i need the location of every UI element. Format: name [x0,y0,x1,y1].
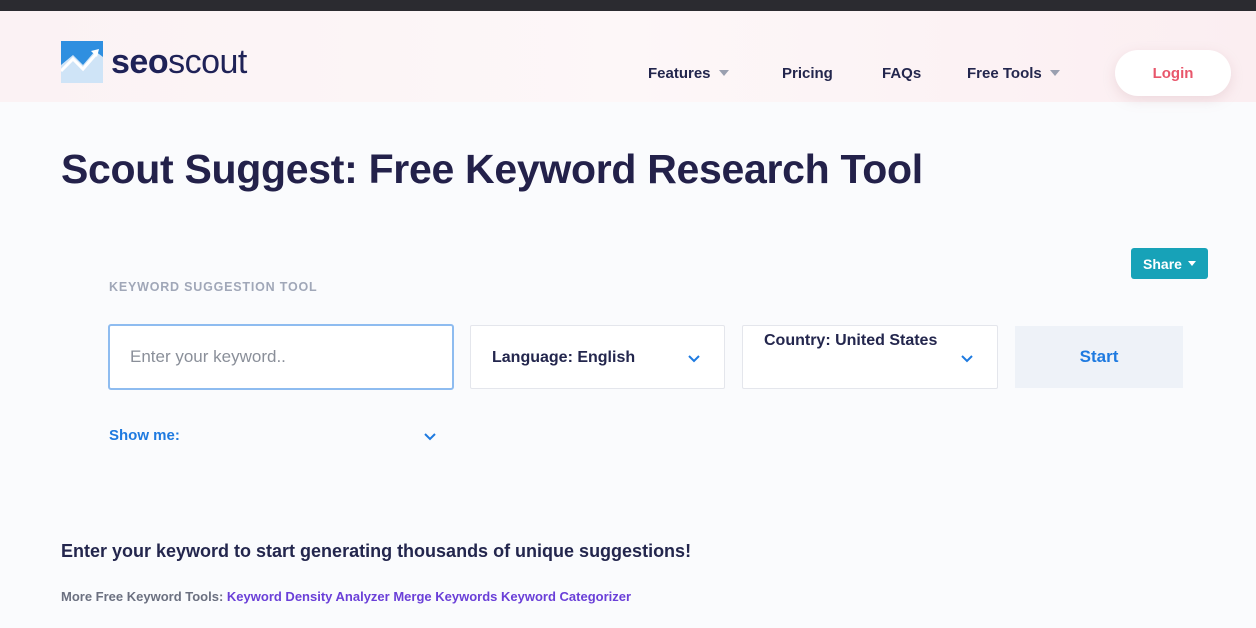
browser-top-bar [0,0,1256,11]
nav-faqs[interactable]: FAQs [882,53,921,93]
section-label: KEYWORD SUGGESTION TOOL [109,280,318,294]
link-keyword-categorizer[interactable]: Keyword Categorizer [501,589,631,604]
show-me-toggle[interactable]: Show me: [109,427,180,444]
keyword-input[interactable] [108,324,454,390]
country-select[interactable]: Country: United States [742,325,998,389]
share-button[interactable]: Share [1131,248,1208,279]
language-select-label: Language: English [492,349,636,366]
logo[interactable]: seoscout [61,41,247,83]
caret-down-icon [1187,261,1196,266]
country-select-label: Country: United States [764,332,938,349]
login-button[interactable]: Login [1115,50,1231,96]
chart-logo-icon [61,41,103,83]
chevron-down-icon[interactable] [424,433,436,441]
chevron-down-icon [961,355,973,363]
link-merge-keywords[interactable]: Merge Keywords [393,589,497,604]
language-select[interactable]: Language: English [470,325,725,389]
link-keyword-density-analyzer[interactable]: Keyword Density Analyzer [227,589,390,604]
chevron-down-icon [688,355,700,363]
nav-free-tools[interactable]: Free Tools [967,53,1060,93]
start-button[interactable]: Start [1015,326,1183,388]
caret-down-icon [718,70,729,76]
brand-name: seoscout [111,43,247,81]
site-header: seoscout Features Pricing FAQs Free Tool… [0,11,1256,102]
nav-pricing[interactable]: Pricing [782,53,833,93]
page-title: Scout Suggest: Free Keyword Research Too… [61,146,923,192]
caret-down-icon [1049,70,1060,76]
instruction-headline: Enter your keyword to start generating t… [61,541,692,561]
more-tools: More Free Keyword Tools: Keyword Density… [61,589,632,604]
nav-features[interactable]: Features [648,53,729,93]
